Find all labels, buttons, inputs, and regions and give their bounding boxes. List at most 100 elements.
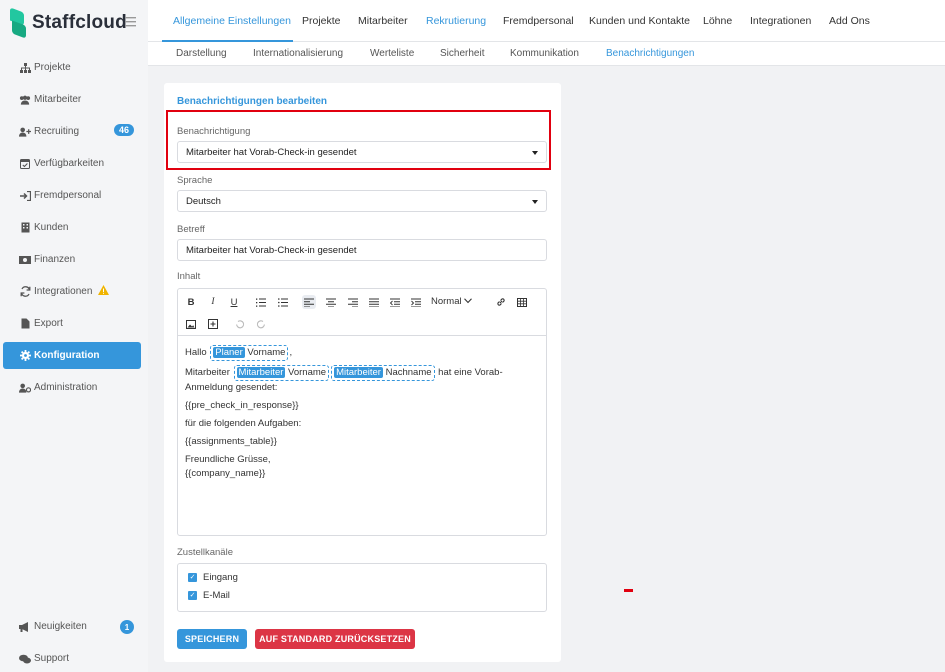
align-left-icon[interactable] — [302, 295, 316, 309]
greeting-text: Hallo — [185, 347, 207, 358]
align-center-icon[interactable] — [324, 295, 338, 309]
chip-tag: Mitarbeiter — [334, 367, 383, 378]
table-icon[interactable] — [515, 295, 529, 309]
sidebar-item-administration[interactable]: Administration — [3, 374, 141, 401]
channel-label: Eingang — [203, 572, 238, 583]
undo-icon[interactable] — [233, 317, 247, 331]
subtab-darstellung[interactable]: Darstellung — [176, 48, 227, 59]
sign-in-icon — [19, 190, 31, 202]
sidebar-item-recruiting[interactable]: Recruiting 46 — [3, 118, 141, 145]
sidebar-item-label: Neuigkeiten — [34, 621, 87, 632]
placeholder-chip[interactable]: Planer Vorname — [210, 345, 289, 361]
sidebar-item-konfiguration[interactable]: Konfiguration — [3, 342, 141, 369]
editor-line: Mitarbeiter Mitarbeiter Vorname Mitarbeit… — [185, 365, 539, 395]
subtab-werteliste[interactable]: Werteliste — [370, 48, 414, 59]
rich-text-editor: B I U Normal Hallo Planer Vorname, Mitar… — [177, 288, 547, 536]
tab-add-ons[interactable]: Add Ons — [829, 15, 870, 27]
subject-input-value: Mitarbeiter hat Vorab-Check-in gesendet — [186, 245, 357, 256]
language-select[interactable]: Deutsch — [177, 190, 547, 212]
editor-line: Hallo Planer Vorname, — [185, 345, 539, 361]
link-icon[interactable] — [494, 295, 508, 309]
bold-icon[interactable]: B — [184, 295, 198, 309]
indent-increase-icon[interactable] — [409, 295, 423, 309]
sidebar-item-label: Export — [34, 318, 63, 329]
subtab-kommunikation[interactable]: Kommunikation — [510, 48, 579, 59]
checkbox-checked-icon[interactable]: ✓ — [188, 573, 197, 582]
bullet-list-icon[interactable] — [276, 295, 290, 309]
tab-rekrutierung[interactable]: Rekrutierung — [426, 15, 486, 27]
reset-to-default-button[interactable]: AUF STANDARD ZURÜCKSETZEN — [255, 629, 415, 649]
underline-icon[interactable]: U — [227, 295, 241, 309]
text-style-select[interactable]: Normal — [431, 296, 473, 307]
sidebar-item-label: Konfiguration — [34, 350, 100, 361]
align-right-icon[interactable] — [346, 295, 360, 309]
red-marker — [624, 589, 633, 592]
tab-kunden-und-kontakte[interactable]: Kunden und Kontakte — [589, 15, 690, 27]
editor-content[interactable]: Hallo Planer Vorname, Mitarbeiter Mitarb… — [178, 336, 546, 494]
tab-mitarbeiter[interactable]: Mitarbeiter — [358, 15, 408, 27]
language-select-value: Deutsch — [186, 196, 221, 207]
caret-down-icon — [532, 200, 538, 204]
building-icon — [19, 222, 31, 234]
channels-label: Zustellkanäle — [177, 547, 233, 558]
chip-field: Vorname — [288, 367, 327, 378]
subtab-internationalisierung[interactable]: Internationalisierung — [253, 48, 343, 59]
sidebar-item-support[interactable]: Support — [3, 645, 141, 672]
channel-eingang[interactable]: ✓ Eingang — [188, 572, 238, 583]
placeholder-chip[interactable]: Mitarbeiter Nachname — [331, 365, 435, 381]
file-icon — [19, 318, 31, 330]
staffcloud-logo[interactable]: Staffcloud — [10, 7, 127, 39]
tab-projekte[interactable]: Projekte — [302, 15, 341, 27]
sidebar-item-label: Recruiting — [34, 126, 80, 137]
checkbox-checked-icon[interactable]: ✓ — [188, 591, 197, 600]
tab-fremdpersonal[interactable]: Fremdpersonal — [503, 15, 574, 27]
sidebar-item-neuigkeiten[interactable]: Neuigkeiten 1 — [3, 613, 141, 640]
save-button[interactable]: SPEICHERN — [177, 629, 247, 649]
top-navigation: Allgemeine Einstellungen Projekte Mitarb… — [148, 0, 945, 42]
recruiting-count-badge: 46 — [113, 124, 134, 136]
italic-icon[interactable]: I — [206, 295, 220, 309]
menu-toggle-icon[interactable] — [125, 17, 136, 28]
redo-icon[interactable] — [254, 317, 268, 331]
editor-line: {{assignments_table}} — [185, 436, 277, 447]
subtab-benachrichtigungen[interactable]: Benachrichtigungen — [606, 48, 694, 59]
sidebar: Staffcloud Projekte Mitarbeiter Recruiti… — [0, 0, 148, 672]
sitemap-icon — [19, 62, 31, 74]
user-plus-icon — [19, 126, 31, 138]
subject-input[interactable]: Mitarbeiter hat Vorab-Check-in gesendet — [177, 239, 547, 261]
chip-field: Vorname — [247, 347, 286, 358]
subtab-sicherheit[interactable]: Sicherheit — [440, 48, 484, 59]
placeholder-chip[interactable]: Mitarbeiter Vorname — [233, 365, 330, 381]
insert-block-icon[interactable] — [206, 317, 220, 331]
sidebar-item-mitarbeiter[interactable]: Mitarbeiter — [3, 86, 141, 113]
indent-decrease-icon[interactable] — [388, 295, 402, 309]
chip-tag: Mitarbeiter — [236, 367, 286, 378]
ordered-list-icon[interactable] — [254, 295, 268, 309]
tab-loehne[interactable]: Löhne — [703, 15, 732, 27]
sidebar-item-integrationen[interactable]: Integrationen — [3, 278, 141, 305]
sidebar-item-projekte[interactable]: Projekte — [3, 54, 141, 81]
sidebar-item-kunden[interactable]: Kunden — [3, 214, 141, 241]
editor-line: {{company_name}} — [185, 468, 266, 479]
chip-field: Nachname — [385, 367, 432, 378]
sidebar-item-label: Fremdpersonal — [34, 190, 102, 201]
tab-allgemeine-einstellungen[interactable]: Allgemeine Einstellungen — [173, 15, 291, 27]
card-title: Benachrichtigungen bearbeiten — [177, 96, 328, 107]
editor-line: {{pre_check_in_response}} — [185, 400, 299, 411]
tab-integrationen[interactable]: Integrationen — [750, 15, 811, 27]
highlight-box — [166, 110, 551, 170]
sidebar-item-export[interactable]: Export — [3, 310, 141, 337]
channel-email[interactable]: ✓ E-Mail — [188, 590, 230, 601]
editor-toolbar: B I U Normal — [178, 289, 546, 336]
sidebar-item-label: Administration — [34, 382, 98, 393]
sidebar-item-verfuegbarkeiten[interactable]: Verfügbarkeiten — [3, 150, 141, 177]
warning-icon — [98, 285, 110, 298]
staffcloud-logo-icon — [10, 7, 26, 39]
image-icon[interactable] — [184, 317, 198, 331]
gear-icon — [19, 350, 31, 362]
sidebar-item-fremdpersonal[interactable]: Fremdpersonal — [3, 182, 141, 209]
calendar-check-icon — [19, 158, 31, 170]
align-justify-icon[interactable] — [367, 295, 381, 309]
sidebar-item-finanzen[interactable]: Finanzen — [3, 246, 141, 273]
app-name: Staffcloud — [32, 12, 127, 33]
